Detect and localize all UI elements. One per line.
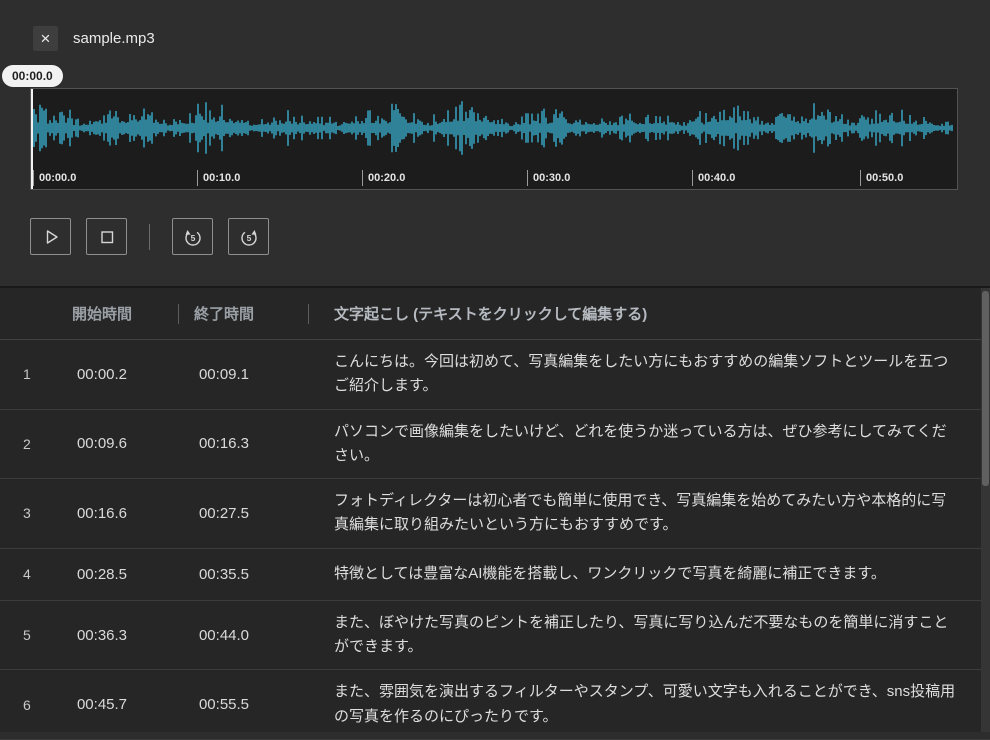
filename-label: sample.mp3 bbox=[73, 30, 155, 47]
row-start-time[interactable]: 00:09.6 bbox=[52, 435, 152, 452]
row-index: 1 bbox=[23, 366, 31, 383]
row-end-time[interactable]: 00:16.3 bbox=[152, 435, 296, 452]
row-index: 6 bbox=[23, 696, 31, 713]
play-button[interactable] bbox=[30, 218, 71, 255]
row-end-time[interactable]: 00:27.5 bbox=[152, 505, 296, 522]
time-ruler: 00:00.0 00:10.0 00:20.0 00:30.0 00:40.0 … bbox=[31, 166, 957, 188]
col-header-text: 文字起こし (テキストをクリックして編集する) bbox=[334, 306, 648, 323]
playback-controls: 5 5 bbox=[30, 218, 269, 255]
forward-5-button[interactable]: 5 bbox=[228, 218, 269, 255]
ruler-label: 00:40.0 bbox=[692, 170, 735, 186]
header-separator bbox=[178, 304, 179, 324]
transcript-header: 開始時間 終了時間 文字起こし (テキストをクリックして編集する) bbox=[0, 288, 990, 340]
waveform-panel[interactable]: 00:00.0 00:10.0 00:20.0 00:30.0 00:40.0 … bbox=[30, 88, 958, 190]
row-text[interactable]: 特徴としては豊富なAI機能を搭載し、ワンクリックで写真を綺麗に補正できます。 bbox=[296, 552, 990, 596]
stop-icon bbox=[100, 230, 113, 243]
col-header-start: 開始時間 bbox=[71, 306, 132, 323]
row-end-time[interactable]: 00:09.1 bbox=[152, 366, 296, 383]
scrollbar-thumb[interactable] bbox=[982, 291, 989, 487]
row-index: 2 bbox=[23, 435, 31, 452]
row-start-time[interactable]: 00:36.3 bbox=[52, 627, 152, 644]
row-start-time[interactable]: 00:16.6 bbox=[52, 505, 152, 522]
transcript-row: 5 00:36.3 00:44.0 また、ぼやけた写真のピントを補正したり、写真… bbox=[0, 601, 990, 671]
rewind-5-icon: 5 bbox=[184, 229, 201, 246]
row-text[interactable]: パソコンで画像編集をしたいけど、どれを使うか迷っている方は、ぜひ参考にしてみてく… bbox=[296, 410, 990, 479]
controls-divider bbox=[149, 223, 150, 250]
playhead-time-badge: 00:00.0 bbox=[2, 65, 63, 87]
svg-text:5: 5 bbox=[190, 233, 195, 243]
transcript-row: 3 00:16.6 00:27.5 フォトディレクターは初心者でも簡単に使用でき… bbox=[0, 479, 990, 549]
ruler-label: 00:50.0 bbox=[860, 170, 903, 186]
row-end-time[interactable]: 00:44.0 bbox=[152, 627, 296, 644]
header-separator bbox=[308, 304, 309, 324]
transcript-row: 4 00:28.5 00:35.5 特徴としては豊富なAI機能を搭載し、ワンクリ… bbox=[0, 549, 990, 601]
titlebar: × sample.mp3 bbox=[0, 0, 990, 51]
row-text[interactable]: フォトディレクターは初心者でも簡単に使用でき、写真編集を始めてみたい方や本格的に… bbox=[296, 479, 990, 548]
transcript-row: 2 00:09.6 00:16.3 パソコンで画像編集をしたいけど、どれを使うか… bbox=[0, 410, 990, 480]
waveform bbox=[33, 101, 953, 155]
ruler-label: 00:00.0 bbox=[33, 170, 76, 186]
ruler-label: 00:10.0 bbox=[197, 170, 240, 186]
row-text[interactable]: また、雰囲気を演出するフィルターやスタンプ、可愛い文字も入れることができ、sns… bbox=[296, 670, 990, 739]
row-start-time[interactable]: 00:45.7 bbox=[52, 696, 152, 713]
row-text[interactable]: また、ぼやけた写真のピントを補正したり、写真に写り込んだ不要なものを簡単に消すこ… bbox=[296, 601, 990, 670]
row-start-time[interactable]: 00:28.5 bbox=[52, 566, 152, 583]
forward-5-icon: 5 bbox=[240, 229, 257, 246]
transcript-row: 1 00:00.2 00:09.1 こんにちは。今回は初めて、写真編集をしたい方… bbox=[0, 340, 990, 410]
player-section: × sample.mp3 00:00.0 00:00.0 00:10.0 00:… bbox=[0, 0, 990, 286]
play-icon bbox=[46, 229, 58, 244]
row-start-time[interactable]: 00:00.2 bbox=[52, 366, 152, 383]
close-button[interactable]: × bbox=[33, 26, 58, 51]
ruler-label: 00:30.0 bbox=[527, 170, 570, 186]
ruler-label: 00:20.0 bbox=[362, 170, 405, 186]
rewind-5-button[interactable]: 5 bbox=[172, 218, 213, 255]
col-header-end: 終了時間 bbox=[193, 306, 254, 323]
row-index: 4 bbox=[23, 566, 31, 583]
row-end-time[interactable]: 00:55.5 bbox=[152, 696, 296, 713]
row-index: 5 bbox=[23, 627, 31, 644]
playhead-marker[interactable] bbox=[31, 89, 33, 189]
row-index: 3 bbox=[23, 505, 31, 522]
svg-text:5: 5 bbox=[246, 233, 251, 243]
transcript-scrollbar[interactable] bbox=[981, 288, 990, 732]
stop-button[interactable] bbox=[86, 218, 127, 255]
row-end-time[interactable]: 00:35.5 bbox=[152, 566, 296, 583]
transcript-row: 6 00:45.7 00:55.5 また、雰囲気を演出するフィルターやスタンプ、… bbox=[0, 670, 990, 740]
row-text[interactable]: こんにちは。今回は初めて、写真編集をしたい方にもおすすめの編集ソフトとツールを五… bbox=[296, 340, 990, 409]
transcript-section: 開始時間 終了時間 文字起こし (テキストをクリックして編集する) 1 00:0… bbox=[0, 286, 990, 740]
